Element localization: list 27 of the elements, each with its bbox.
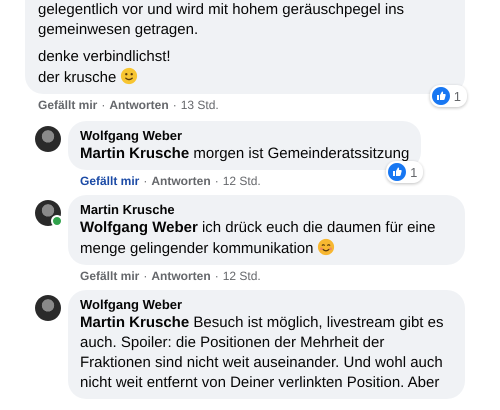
separator-dot: · bbox=[143, 268, 148, 284]
comment-text: gelegentlich vor und wird mit hohem geräuschpegel ins gemeinwesen getragen. bbox=[38, 0, 406, 40]
separator-dot: · bbox=[143, 173, 148, 189]
reply-link[interactable]: Antworten bbox=[109, 97, 169, 113]
reaction-number: 1 bbox=[410, 164, 418, 180]
separator-dot: · bbox=[214, 173, 219, 189]
separator-dot: · bbox=[172, 97, 177, 113]
comment-author[interactable]: Martin Krusche bbox=[80, 201, 453, 218]
like-link[interactable]: Gefällt mir bbox=[80, 173, 140, 189]
comment-text: Wolfgang Weber ich drück euch die daumen für eine menge gelingender kommunikation bbox=[80, 218, 436, 259]
reaction-count[interactable]: 1 bbox=[386, 161, 424, 183]
comment-text: denke verbindlichst! der krusche bbox=[38, 47, 172, 88]
like-link[interactable]: Gefällt mir bbox=[38, 97, 98, 113]
comment-author[interactable]: Wolfgang Weber bbox=[80, 127, 410, 144]
reaction-number: 1 bbox=[454, 88, 461, 104]
reply-link[interactable]: Antworten bbox=[151, 268, 211, 284]
reply-link[interactable]: Antworten bbox=[151, 173, 211, 189]
comment-time: 13 Std. bbox=[180, 97, 219, 113]
comment-time: 12 Std. bbox=[222, 268, 261, 284]
like-link[interactable]: Gefällt mir bbox=[80, 268, 140, 284]
comment-time: 12 Std. bbox=[222, 173, 261, 189]
comment-text: Martin Krusche morgen ist Gemeinderatssitzung bbox=[80, 144, 410, 164]
comment-text: Martin Krusche Besuch ist möglich, livestream gibt es auch. Spoiler: die Positionen der Mehrheit der Fraktionen sind nicht weit auseinander. Und wohl auch nicht weit entfernt von Deiner verlinkten Position. Aber bbox=[80, 313, 444, 393]
comment-author[interactable]: Wolfgang Weber bbox=[80, 296, 453, 313]
reaction-count[interactable]: 1 bbox=[430, 85, 467, 107]
separator-dot: · bbox=[214, 268, 219, 284]
separator-dot: · bbox=[101, 97, 106, 113]
